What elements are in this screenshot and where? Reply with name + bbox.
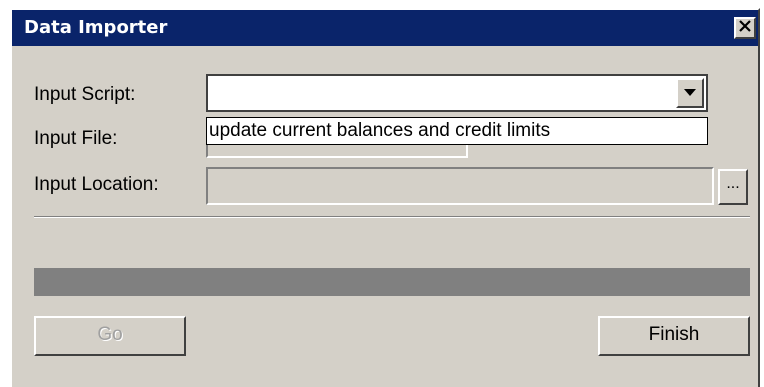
progress-bar [34, 268, 750, 296]
title-bar[interactable]: Data Importer [12, 10, 758, 46]
close-icon [739, 19, 751, 37]
finish-button[interactable]: Finish [598, 316, 750, 356]
separator [34, 216, 750, 218]
input-script-dropdown-button[interactable] [676, 78, 704, 108]
dropdown-option-update-balances[interactable]: update current balances and credit limit… [209, 120, 550, 142]
input-file-label: Input File: [34, 128, 118, 149]
input-script-label: Input Script: [34, 84, 136, 105]
input-script-dropdown-list: update current balances and credit limit… [206, 117, 708, 145]
input-script-combobox[interactable] [206, 74, 708, 112]
input-file-field[interactable] [206, 144, 468, 158]
chevron-down-icon [684, 84, 696, 102]
input-location-field[interactable] [206, 167, 714, 205]
close-button[interactable] [734, 17, 756, 39]
window-title: Data Importer [24, 17, 168, 38]
go-button[interactable]: Go [34, 316, 186, 356]
browse-location-button[interactable]: ... [718, 169, 748, 205]
input-location-label: Input Location: [34, 174, 159, 195]
data-importer-dialog: Data Importer Input Script: Input File: … [10, 8, 760, 387]
